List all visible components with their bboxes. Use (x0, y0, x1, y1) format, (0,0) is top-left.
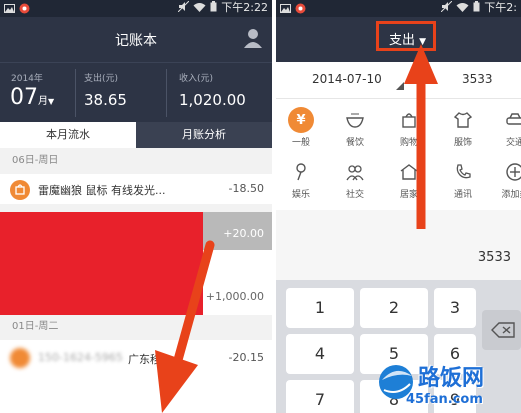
category-label: 通讯 (453, 190, 472, 200)
yen-icon: ¥ (288, 107, 314, 133)
caret-down-icon: ▼ (48, 97, 55, 106)
category-entertainment[interactable]: 娱乐 (276, 159, 326, 200)
status-bar: 下午2: (276, 0, 521, 17)
category-clothing[interactable]: 服饰 (438, 107, 488, 148)
category-label: 服饰 (453, 138, 472, 148)
item-masked-text: 150-1624-5965 (38, 351, 123, 364)
tab-monthly-flow[interactable]: 本月流水 (0, 122, 136, 148)
month-number: 07 (10, 85, 38, 110)
title-bar: 记账本 (0, 17, 272, 62)
key-7[interactable]: 7 (286, 380, 354, 413)
category-label: 餐饮 (345, 138, 364, 148)
shirt-icon (450, 107, 476, 133)
key-2[interactable]: 2 (360, 288, 428, 328)
watermark-title: 路饭网 (418, 366, 485, 391)
user-icon[interactable] (244, 28, 262, 48)
clock: 下午2:22 (221, 1, 268, 14)
account-book-screen: 下午2:22 记账本 2014年 07月▼ 支出(元) 38.65 收入(元) … (0, 0, 272, 413)
expense-value: 38.65 (84, 91, 127, 109)
notification-icons (3, 2, 30, 14)
category-telecom[interactable]: 通讯 (438, 159, 488, 200)
view-tabs: 本月流水 月账分析 (0, 122, 272, 148)
page-title: 记账本 (115, 33, 157, 49)
category-social[interactable]: 社交 (330, 159, 380, 200)
tab-monthly-analysis[interactable]: 月账分析 (136, 122, 272, 148)
month-selector[interactable]: 2014年 07月▼ (0, 63, 75, 123)
expense-summary: 支出(元) 38.65 (76, 63, 166, 123)
amount-value: 3533 (477, 250, 511, 265)
amount-display: 3533 (462, 72, 493, 86)
car-icon (502, 107, 521, 133)
category-add[interactable]: 添加类 (490, 159, 521, 200)
month-unit: 月 (38, 96, 48, 107)
month-value[interactable]: 07月▼ (10, 85, 54, 110)
expense-label: 支出(元) (84, 74, 119, 84)
image-icon (3, 2, 15, 14)
mute-icon (177, 0, 190, 15)
wifi-icon (456, 2, 469, 15)
list-item[interactable]: 雷魔幽狼 鼠标 有线发光... -18.50 (0, 174, 272, 204)
key-4[interactable]: 4 (286, 334, 354, 374)
plus-icon (502, 159, 521, 185)
key-3[interactable]: 3 (434, 288, 476, 328)
date-amount-bar: 2014-07-10 3533 (276, 62, 521, 98)
category-grid: ¥ 一般 餐饮 购物 服饰 交通 娱乐 社交 居家 通讯 添加 (276, 98, 521, 211)
mute-icon (440, 0, 453, 15)
list-spacer (0, 374, 272, 413)
month-summary: 2014年 07月▼ 支出(元) 38.65 收入(元) 1,020.00 (0, 62, 272, 123)
income-value: 1,020.00 (179, 91, 246, 109)
income-summary: 收入(元) 1,020.00 (167, 63, 272, 123)
item-description: 雷魔幽狼 鼠标 有线发光... (38, 184, 166, 197)
day-header: 06日-周日 (0, 153, 272, 169)
category-dining[interactable]: 餐饮 (330, 107, 380, 148)
item-amount: -20.15 (228, 351, 264, 364)
category-label: 娱乐 (291, 190, 310, 200)
category-general[interactable]: ¥ 一般 (276, 107, 326, 148)
image-icon (279, 2, 291, 14)
category-label: 添加类 (501, 190, 521, 200)
income-label: 收入(元) (179, 74, 214, 84)
system-icons: 下午2: (440, 0, 517, 15)
down-arrow-icon (155, 240, 215, 413)
item-amount: +20.00 (223, 227, 264, 240)
amount-input[interactable]: 3533 (276, 210, 521, 280)
phone-icon (10, 348, 30, 368)
mic-icon (288, 159, 314, 185)
corner-indicator (396, 82, 404, 90)
category-label: 交通 (505, 138, 521, 148)
date-field[interactable]: 2014-07-10 (312, 72, 382, 86)
year-label: 2014年 (11, 74, 43, 84)
backspace-button[interactable] (482, 310, 521, 350)
site-watermark: 路饭网 45fan.com (376, 358, 521, 413)
wifi-icon (193, 2, 206, 15)
bowl-icon (342, 107, 368, 133)
category-transport[interactable]: 交通 (490, 107, 521, 148)
notification-icons (279, 2, 306, 14)
app-notification-icon (294, 2, 306, 14)
system-icons: 下午2:22 (177, 0, 268, 15)
add-record-screen: 下午2: 支出 ▼ 2014-07-10 3533 ¥ 一般 餐饮 购物 服饰 (276, 0, 521, 413)
day-header: 01日-周二 (0, 319, 272, 335)
key-1[interactable]: 1 (286, 288, 354, 328)
clock: 下午2: (484, 1, 517, 14)
people-icon (342, 159, 368, 185)
battery-icon (473, 1, 480, 15)
phone-icon (450, 159, 476, 185)
battery-icon (210, 1, 217, 15)
list-item[interactable]: 150-1624-5965 广东移 -20.15 (0, 340, 272, 374)
category-label: 社交 (345, 190, 364, 200)
status-bar: 下午2:22 (0, 0, 272, 17)
item-amount: -18.50 (228, 182, 264, 195)
shopping-bag-icon (10, 180, 30, 200)
category-label: 一般 (291, 138, 310, 148)
app-notification-icon (18, 2, 30, 14)
watermark-url: 45fan.com (406, 392, 483, 407)
up-arrow-icon (404, 44, 438, 229)
